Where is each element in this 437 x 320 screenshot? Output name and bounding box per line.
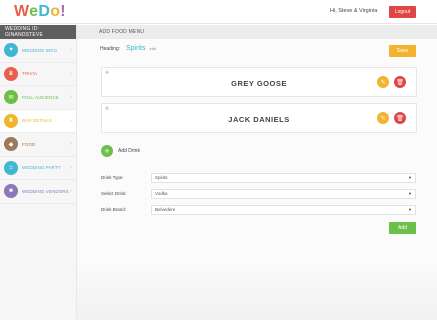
wedding-id-label: WEDDING ID: GINANDSTEVE (0, 25, 76, 39)
chevron-right-icon: › (70, 47, 72, 54)
bar-icon: ♜ (4, 113, 18, 128)
sidebar-item-label: WEDDING PARTY (22, 165, 61, 171)
poll-icon: ✉ (4, 90, 18, 105)
drink-type-select[interactable]: Spirits ▼ (151, 172, 416, 183)
add-button[interactable]: Add (389, 222, 416, 234)
heading-value: Spirits (126, 45, 146, 52)
chevron-right-icon: › (70, 188, 72, 195)
select-drink-select[interactable]: Vodka ▼ (151, 188, 416, 199)
add-drink-button[interactable]: + Add Drink (101, 145, 140, 157)
chevron-right-icon: › (70, 117, 72, 124)
heading-label: Heading: (100, 46, 121, 52)
sidebar-item-label: TRIVIA (22, 71, 38, 77)
sidebar-item-wedding-party[interactable]: ☺ WEDDING PARTY › (0, 157, 76, 180)
sidebar-item-label: WEDDING INFO (22, 47, 57, 53)
drink-type-label: Drink Type: (101, 175, 124, 180)
drink-brand-row: Drink Brand: Belvedere ▼ (101, 204, 417, 215)
chevron-right-icon: › (70, 141, 72, 148)
sidebar-item-label: BAR DETAILS (22, 118, 53, 124)
drink-brand-select[interactable]: Belvedere ▼ (151, 204, 416, 215)
chevron-right-icon: › (70, 94, 72, 101)
trivia-icon: ♛ (4, 66, 18, 81)
food-icon: ◆ (4, 137, 18, 152)
caret-down-icon: ▼ (408, 207, 412, 212)
trash-icon[interactable]: 🗑 (394, 112, 406, 124)
sidebar-item-poll-audience[interactable]: ✉ POLL AUDIENCE › (0, 86, 76, 110)
drink-type-value: Spirits (155, 175, 168, 180)
drink-name: GREY GOOSE (231, 79, 287, 88)
drink-type-row: Drink Type: Spirits ▼ (101, 172, 417, 183)
edit-pencil-icon[interactable]: ✎ (377, 112, 389, 124)
sidebar-item-label: FOOD (22, 141, 36, 147)
sidebar-item-bar-details[interactable]: ♜ BAR DETAILS › (0, 109, 76, 133)
heading-edit-link[interactable]: edit (149, 46, 155, 51)
sidebar-item-wedding-vendors[interactable]: ☻ WEDDING VENDORS › (0, 180, 76, 204)
save-button[interactable]: Save (389, 45, 416, 57)
drag-handle-icon[interactable]: ✥ (105, 106, 109, 112)
sidebar-item-wedding-info[interactable]: ♥ WEDDING INFO › (0, 39, 76, 63)
chevron-right-icon: › (70, 164, 72, 171)
party-icon: ☺ (4, 160, 18, 175)
drag-handle-icon[interactable]: ✥ (105, 70, 109, 76)
select-drink-row: Select Drink: Vodka ▼ (101, 188, 417, 199)
drink-brand-value: Belvedere (155, 207, 176, 212)
chevron-right-icon: › (70, 70, 72, 77)
wedo-logo[interactable]: WeDo! (14, 3, 66, 21)
logout-button[interactable]: Logout (389, 6, 416, 18)
drink-name: JACK DANIELS (228, 115, 290, 124)
sidebar-item-label: POLL AUDIENCE (22, 94, 59, 100)
sidebar-item-label: WEDDING VENDORS (22, 188, 69, 194)
add-drink-label: Add Drink (118, 148, 140, 154)
top-bar: WeDo! Hi, Steve & Virginia Logout (0, 0, 437, 24)
drink-card[interactable]: ✥ JACK DANIELS ✎ 🗑 (101, 103, 417, 133)
page-title: ADD FOOD MENU (77, 25, 437, 39)
bottom-fade (77, 260, 437, 320)
select-drink-label: Select Drink: (101, 191, 127, 196)
select-drink-value: Vodka (155, 191, 168, 196)
sidebar: WEDDING ID: GINANDSTEVE ♥ WEDDING INFO › ♛ T… (0, 25, 77, 320)
info-icon: ♥ (4, 43, 18, 58)
sidebar-item-trivia[interactable]: ♛ TRIVIA › (0, 63, 76, 86)
sidebar-item-food[interactable]: ◆ FOOD › (0, 133, 76, 157)
trash-icon[interactable]: 🗑 (394, 76, 406, 88)
drink-card[interactable]: ✥ GREY GOOSE ✎ 🗑 (101, 67, 417, 97)
caret-down-icon: ▼ (408, 191, 412, 196)
heading-row: Heading: Spirits edit (100, 45, 156, 52)
edit-pencil-icon[interactable]: ✎ (377, 76, 389, 88)
vendors-icon: ☻ (4, 184, 18, 199)
main-content: ADD FOOD MENU Heading: Spirits edit Save… (77, 25, 437, 320)
plus-icon: + (101, 145, 113, 157)
drink-brand-label: Drink Brand: (101, 207, 127, 212)
user-greeting: Hi, Steve & Virginia (330, 8, 378, 14)
caret-down-icon: ▼ (408, 175, 412, 180)
